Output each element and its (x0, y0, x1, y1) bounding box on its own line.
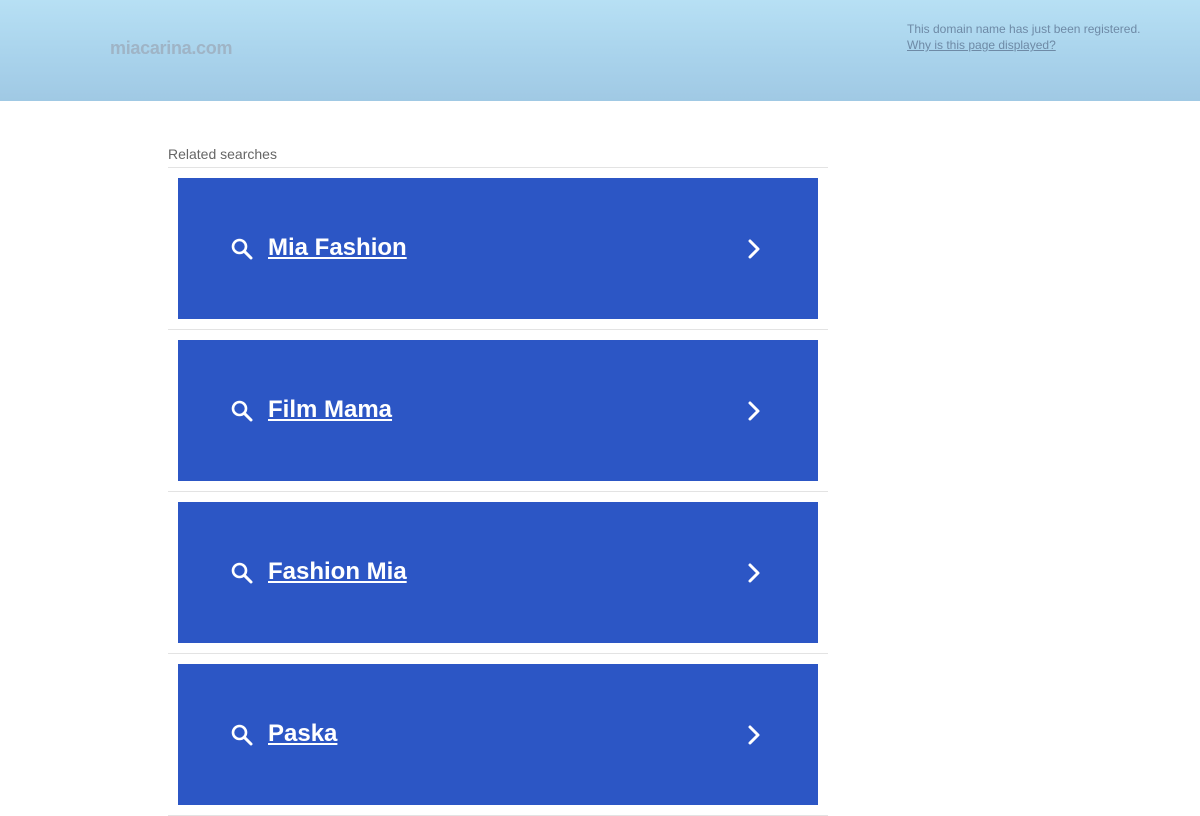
related-search-item-paska[interactable]: Paska (178, 664, 818, 805)
search-icon (231, 724, 253, 746)
related-search-row: Fashion Mia (168, 492, 828, 654)
chevron-right-icon (748, 563, 760, 583)
related-search-row: Film Mama (168, 330, 828, 492)
related-searches: Related searches Mia Fashion Film Mama F… (168, 146, 828, 816)
related-searches-heading: Related searches (168, 146, 828, 168)
related-search-row: Paska (168, 654, 828, 816)
chevron-right-icon (748, 239, 760, 259)
related-search-label[interactable]: Paska (268, 720, 337, 748)
registration-notice: This domain name has just been registere… (907, 21, 1140, 53)
related-search-row: Mia Fashion (168, 168, 828, 330)
notice-text: This domain name has just been registere… (907, 22, 1141, 36)
related-search-item-fashion-mia[interactable]: Fashion Mia (178, 502, 818, 643)
related-search-label[interactable]: Mia Fashion (268, 234, 407, 262)
domain-title: miacarina.com (110, 38, 233, 58)
chevron-right-icon (748, 401, 760, 421)
related-search-label[interactable]: Fashion Mia (268, 558, 407, 586)
header-banner: miacarina.com This domain name has just … (0, 0, 1200, 101)
why-displayed-link[interactable]: Why is this page displayed? (907, 38, 1056, 52)
search-icon (231, 562, 253, 584)
chevron-right-icon (748, 725, 760, 745)
related-search-item-mia-fashion[interactable]: Mia Fashion (178, 178, 818, 319)
search-icon (231, 400, 253, 422)
search-icon (231, 238, 253, 260)
related-search-label[interactable]: Film Mama (268, 396, 392, 424)
related-search-item-film-mama[interactable]: Film Mama (178, 340, 818, 481)
